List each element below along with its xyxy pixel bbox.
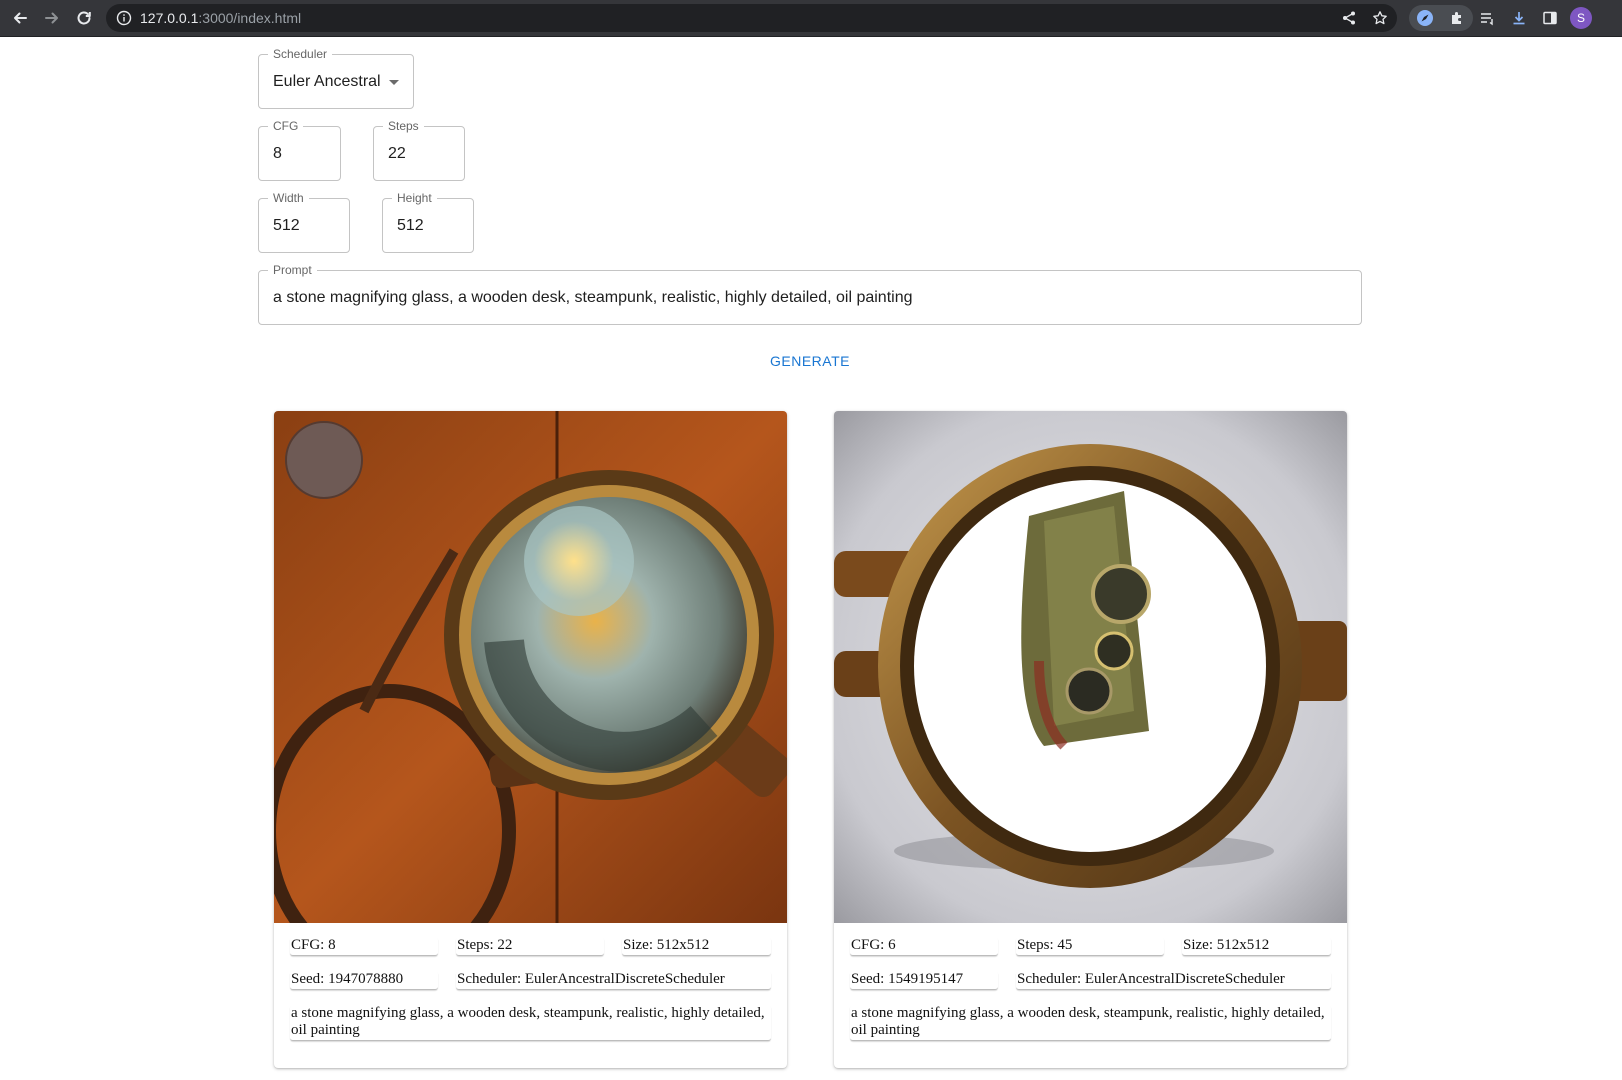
steps-input[interactable]: Steps 22 xyxy=(373,119,465,181)
generated-image-round-magnifier[interactable] xyxy=(834,411,1347,923)
bookmark-star-icon[interactable] xyxy=(1370,8,1390,28)
forward-arrow-icon[interactable] xyxy=(40,6,64,30)
prompt-value: a stone magnifying glass, a wooden desk,… xyxy=(273,288,913,306)
width-input[interactable]: Width 512 xyxy=(258,191,350,253)
reading-list-icon[interactable] xyxy=(1475,6,1499,30)
generated-image-desk-magnifier[interactable] xyxy=(274,411,787,923)
scheduler-select[interactable]: Scheduler Euler Ancestral xyxy=(258,47,414,109)
prompt-label: Prompt xyxy=(268,263,317,277)
result-steps: Steps: 22 xyxy=(456,937,604,956)
reload-icon[interactable] xyxy=(72,6,96,30)
address-bar[interactable]: 127.0.0.1:3000/index.html xyxy=(106,4,1397,32)
result-seed: Seed: 1549195147 xyxy=(850,971,998,990)
height-label: Height xyxy=(392,191,437,205)
cfg-value: 8 xyxy=(273,144,282,162)
cfg-input[interactable]: CFG 8 xyxy=(258,119,341,181)
url-text: 127.0.0.1:3000/index.html xyxy=(140,10,301,26)
back-arrow-icon[interactable] xyxy=(8,6,32,30)
result-scheduler: Scheduler: EulerAncestralDiscreteSchedul… xyxy=(1016,971,1331,990)
share-icon[interactable] xyxy=(1339,8,1359,28)
height-input[interactable]: Height 512 xyxy=(382,191,474,253)
cfg-label: CFG xyxy=(268,119,304,133)
steps-value: 22 xyxy=(388,144,406,162)
prompt-input[interactable]: Prompt a stone magnifying glass, a woode… xyxy=(258,263,1362,325)
result-scheduler: Scheduler: EulerAncestralDiscreteSchedul… xyxy=(456,971,771,990)
result-steps: Steps: 45 xyxy=(1016,937,1164,956)
profile-avatar[interactable]: S xyxy=(1570,7,1592,29)
url-path: :3000/index.html xyxy=(198,10,302,26)
width-label: Width xyxy=(268,191,309,205)
result-size: Size: 512x512 xyxy=(622,937,771,956)
extension-compass-icon[interactable] xyxy=(1415,8,1435,28)
scheduler-label: Scheduler xyxy=(268,47,333,61)
extensions-group xyxy=(1409,5,1473,31)
steps-label: Steps xyxy=(383,119,424,133)
result-seed: Seed: 1947078880 xyxy=(290,971,438,990)
width-value: 512 xyxy=(273,216,300,234)
result-cfg: CFG: 6 xyxy=(850,937,998,956)
generate-button[interactable]: GENERATE xyxy=(755,348,865,374)
scheduler-value: Euler Ancestral xyxy=(273,72,381,90)
extensions-puzzle-icon[interactable] xyxy=(1447,8,1467,28)
url-host: 127.0.0.1 xyxy=(140,10,199,26)
height-value: 512 xyxy=(397,216,424,234)
side-panel-icon[interactable] xyxy=(1538,6,1562,30)
site-info-icon[interactable] xyxy=(116,10,132,31)
result-prompt: a stone magnifying glass, a wooden desk,… xyxy=(850,1005,1331,1041)
result-card: CFG: 8 Steps: 22 Size: 512x512 Seed: 194… xyxy=(274,411,787,1068)
result-card: CFG: 6 Steps: 45 Size: 512x512 Seed: 154… xyxy=(834,411,1347,1068)
downloads-icon[interactable] xyxy=(1507,6,1531,30)
result-prompt: a stone magnifying glass, a wooden desk,… xyxy=(290,1005,771,1041)
chevron-down-icon xyxy=(389,79,399,85)
result-cfg: CFG: 8 xyxy=(290,937,438,956)
result-size: Size: 512x512 xyxy=(1182,937,1331,956)
browser-toolbar: 127.0.0.1:3000/index.html S xyxy=(0,0,1622,37)
